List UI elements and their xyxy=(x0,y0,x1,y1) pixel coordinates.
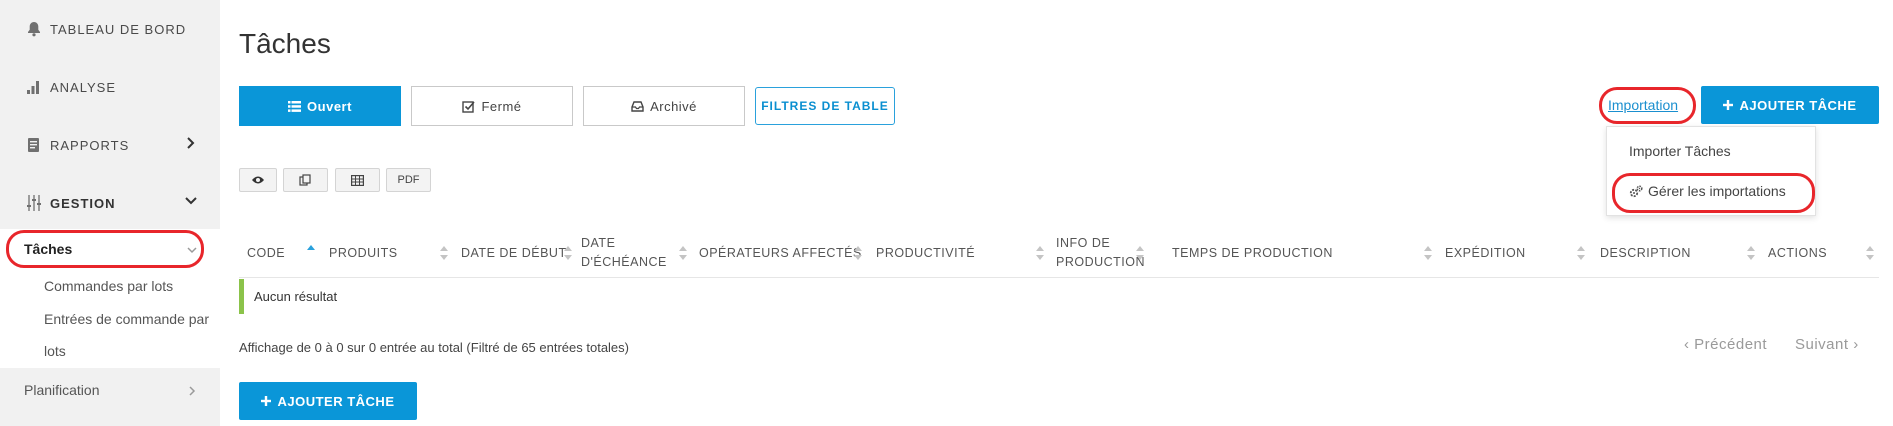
column-header-produits[interactable]: PRODUITS xyxy=(329,228,398,278)
empty-result-row: Aucun résultat xyxy=(239,279,337,314)
visibility-button[interactable] xyxy=(239,168,277,192)
inbox-icon xyxy=(631,100,644,112)
tab-label: Archivé xyxy=(650,98,697,114)
menu-item-gerer-importations[interactable]: Gérer les importations xyxy=(1629,183,1786,199)
import-dropdown: Importer Tâches Gérer les importations xyxy=(1606,126,1816,216)
sort-icon[interactable] xyxy=(564,245,572,261)
sort-icon[interactable] xyxy=(679,245,687,261)
gears-icon xyxy=(1629,184,1643,198)
table-filters-button[interactable]: FILTRES DE TABLE xyxy=(755,87,895,125)
sidebar-item-dashboard[interactable]: TABLEAU DE BORD xyxy=(0,0,220,58)
page-title: Tâches xyxy=(239,28,331,59)
document-icon xyxy=(24,135,44,155)
table-info: Affichage de 0 à 0 sur 0 entrée au total… xyxy=(239,340,629,355)
pagination-previous[interactable]: ‹ Précédent xyxy=(1684,336,1767,353)
sidebar-item-label: ANALYSE xyxy=(50,79,117,95)
copy-button[interactable] xyxy=(283,168,328,192)
column-header-info-production[interactable]: INFO DE PRODUCTION xyxy=(1056,228,1146,278)
table-header: CODE PRODUITS DATE DE DÉBUT DATE D'ÉCHÉA… xyxy=(239,228,1879,278)
column-header-date-debut[interactable]: DATE DE DÉBUT xyxy=(461,228,567,278)
copy-icon xyxy=(299,174,312,186)
eye-icon xyxy=(251,175,265,185)
sidebar-subitem-entrees[interactable]: Entrées de commande par xyxy=(44,311,209,327)
sort-icon[interactable] xyxy=(1577,245,1585,261)
table-export-button[interactable] xyxy=(335,168,380,192)
checkbox-icon xyxy=(462,100,476,113)
tab-ferme[interactable]: Fermé xyxy=(411,86,573,126)
tab-label: Ouvert xyxy=(307,98,352,114)
list-icon xyxy=(288,100,302,112)
tab-ouvert[interactable]: Ouvert xyxy=(239,86,401,126)
sort-icon[interactable] xyxy=(1747,245,1755,261)
bar-chart-icon xyxy=(24,77,44,97)
sort-icon[interactable] xyxy=(854,245,862,261)
column-header-code[interactable]: CODE xyxy=(247,228,285,278)
sidebar-item-gestion[interactable]: GESTION xyxy=(0,174,220,232)
sidebar-item-label: GESTION xyxy=(50,195,116,211)
sort-icon[interactable] xyxy=(1036,245,1044,261)
sidebar-item-analyse[interactable]: ANALYSE xyxy=(0,58,220,116)
pagination-next[interactable]: Suivant › xyxy=(1795,336,1859,353)
table-icon xyxy=(351,174,364,186)
button-label: AJOUTER TÂCHE xyxy=(1739,97,1857,113)
plus-icon xyxy=(261,396,272,406)
bell-icon xyxy=(24,19,44,39)
app-root: TABLEAU DE BORD ANALYSE RAPPORTS GESTION xyxy=(0,0,1893,426)
chevron-down-icon xyxy=(186,243,198,255)
column-header-temps-production[interactable]: TEMPS DE PRODUCTION xyxy=(1172,228,1333,278)
sidebar-item-taches[interactable]: Tâches xyxy=(0,229,220,269)
sidebar-item-label: Planification xyxy=(24,382,100,398)
sidebar: TABLEAU DE BORD ANALYSE RAPPORTS GESTION xyxy=(0,0,220,426)
sort-icon[interactable] xyxy=(1136,245,1144,261)
column-header-actions: ACTIONS xyxy=(1768,245,1828,260)
sidebar-item-label: Tâches xyxy=(24,241,73,257)
menu-item-importer-taches[interactable]: Importer Tâches xyxy=(1629,143,1731,159)
sidebar-item-label: RAPPORTS xyxy=(50,137,130,153)
sidebar-item-planification[interactable]: Planification xyxy=(0,370,220,410)
sort-icon[interactable] xyxy=(1866,245,1874,261)
column-header-productivite[interactable]: PRODUCTIVITÉ xyxy=(876,228,975,278)
sidebar-subitem-entrees-cont[interactable]: lots xyxy=(44,343,66,359)
chevron-right-icon xyxy=(186,384,198,396)
tab-archive[interactable]: Archivé xyxy=(583,86,745,126)
sort-asc-icon[interactable] xyxy=(307,245,315,261)
importation-link[interactable]: Importation xyxy=(1608,97,1678,113)
add-task-button-bottom[interactable]: AJOUTER TÂCHE xyxy=(239,382,417,420)
chevron-down-icon xyxy=(184,194,198,208)
column-header-operateurs[interactable]: OPÉRATEURS AFFECTÉS xyxy=(699,228,862,278)
sort-icon[interactable] xyxy=(440,245,448,261)
sidebar-item-label: TABLEAU DE BORD xyxy=(50,21,187,37)
sort-icon[interactable] xyxy=(1424,245,1432,261)
menu-item-label: Gérer les importations xyxy=(1648,183,1786,199)
sidebar-item-rapports[interactable]: RAPPORTS xyxy=(0,116,220,174)
add-task-button[interactable]: AJOUTER TÂCHE xyxy=(1701,86,1879,124)
column-header-expedition[interactable]: EXPÉDITION xyxy=(1445,228,1526,278)
tab-label: Fermé xyxy=(481,98,522,114)
pdf-export-button[interactable]: PDF xyxy=(386,168,431,192)
plus-icon xyxy=(1723,100,1734,110)
sliders-icon xyxy=(24,193,44,213)
button-label: AJOUTER TÂCHE xyxy=(277,393,395,409)
sidebar-subitem-commandes[interactable]: Commandes par lots xyxy=(44,278,173,294)
column-header-description[interactable]: DESCRIPTION xyxy=(1600,228,1691,278)
column-header-date-echeance[interactable]: DATE D'ÉCHÉANCE xyxy=(581,228,666,278)
chevron-right-icon xyxy=(184,136,198,150)
